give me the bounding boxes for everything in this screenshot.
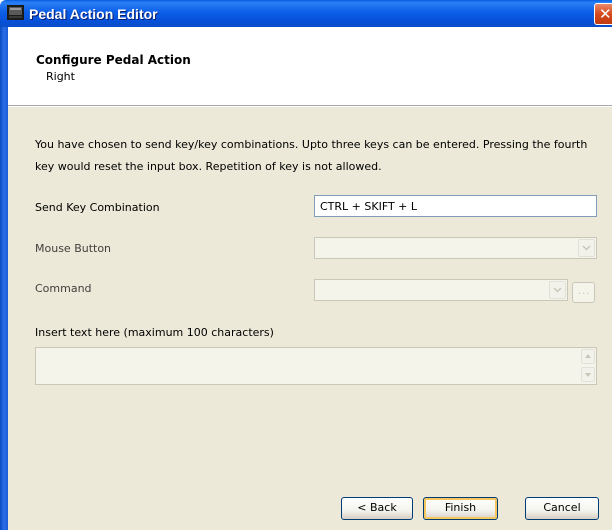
cancel-button[interactable]: Cancel <box>525 497 599 520</box>
scroll-up-button[interactable] <box>581 349 595 364</box>
pedal-window-icon <box>7 5 24 20</box>
scroll-down-button[interactable] <box>581 367 595 382</box>
mouse-button-dropdown[interactable] <box>314 237 597 259</box>
pedal-action-editor-window: Pedal Action Editor ✕ Configure Pedal Ac… <box>0 0 612 530</box>
command-browse-label: ... <box>578 286 591 297</box>
mouse-button-label: Mouse Button <box>35 242 112 255</box>
instruction-line-1: You have chosen to send key/key combinat… <box>35 138 588 151</box>
insert-text-area[interactable] <box>35 347 597 385</box>
scroll-down-icon <box>585 373 591 377</box>
command-browse-button[interactable]: ... <box>572 282 595 303</box>
command-dropdown-button[interactable] <box>549 281 566 299</box>
send-key-label: Send Key Combination <box>35 201 160 214</box>
send-key-input[interactable]: CTRL + SKIFT + L <box>314 195 597 217</box>
command-label: Command <box>35 282 92 295</box>
wizard-header: Configure Pedal Action Right <box>8 27 612 105</box>
dialog-body: You have chosen to send key/key combinat… <box>8 107 612 530</box>
chevron-down-icon <box>553 287 562 293</box>
window-frame-left <box>0 27 8 530</box>
title-bar[interactable]: Pedal Action Editor ✕ <box>0 0 612 27</box>
back-button[interactable]: < Back <box>341 497 413 520</box>
chevron-down-icon <box>582 245 591 251</box>
scroll-up-icon <box>585 354 591 358</box>
mouse-button-dropdown-button[interactable] <box>578 239 595 257</box>
close-icon: ✕ <box>599 5 612 23</box>
header-title: Configure Pedal Action <box>36 53 191 67</box>
insert-text-label: Insert text here (maximum 100 characters… <box>35 326 274 339</box>
send-key-value: CTRL + SKIFT + L <box>320 200 418 213</box>
command-dropdown[interactable] <box>314 279 568 301</box>
header-subtitle: Right <box>46 70 75 83</box>
finish-button[interactable]: Finish <box>423 497 498 520</box>
window-title: Pedal Action Editor <box>29 6 158 22</box>
instruction-line-2: key would reset the input box. Repetitio… <box>35 160 382 173</box>
close-button[interactable]: ✕ <box>594 3 612 25</box>
